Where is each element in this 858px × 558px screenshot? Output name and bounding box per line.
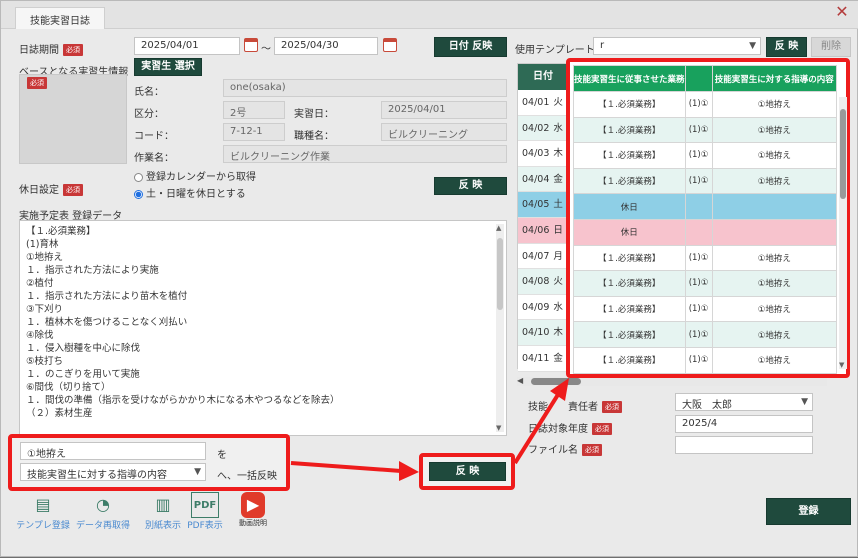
dialog: 技能実習日誌 ✕ 日誌期間 必須 2025/04/01 〜 2025/04/30 … <box>0 0 858 557</box>
arrow-head <box>550 378 569 401</box>
arrows-overlay <box>290 378 569 481</box>
arrow-line <box>290 461 402 473</box>
arrow-head <box>399 461 419 481</box>
toolbar-item[interactable]: ◔ データ再取得 <box>75 492 131 537</box>
data-refresh-icon: ◔ <box>96 495 110 514</box>
toolbar-label: テンプレ登録 <box>16 521 70 531</box>
toolbar-item[interactable]: ▶ 動画説明 <box>225 492 281 537</box>
toolbar-label: 動画説明 <box>239 519 267 527</box>
attachment-view-icon: ▥ <box>155 495 171 514</box>
template-register-icon: ▤ <box>35 495 51 514</box>
video-icon: ▶ <box>241 492 265 518</box>
arrow-line <box>513 391 561 465</box>
toolbar-item[interactable]: ▤ テンプレ登録 <box>15 492 71 537</box>
pdf-icon: PDF <box>191 492 219 518</box>
toolbar: ▤ テンプレ登録 ◔ データ再取得 ▥ 別紙表示 PDF PDF表示 ▶ 動画説明 <box>15 492 275 537</box>
toolbar-label: データ再取得 <box>75 521 130 531</box>
